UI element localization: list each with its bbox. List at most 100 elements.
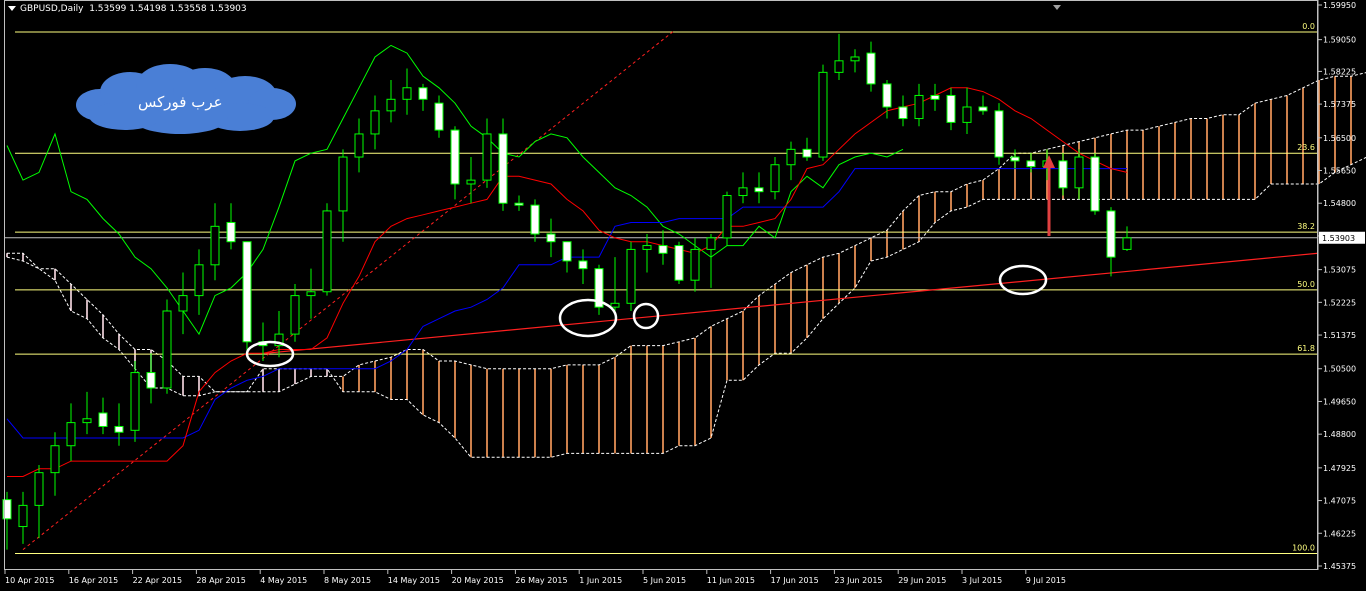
candle-body [898, 106, 908, 120]
candle-body [546, 233, 556, 243]
candle-body [162, 310, 172, 389]
candle [706, 234, 716, 288]
candle [402, 68, 412, 115]
candle [1026, 153, 1036, 173]
time-tick-label: 10 Apr 2015 [5, 576, 54, 585]
candle [722, 191, 732, 246]
price-tick-label: 1.59950 [1323, 1, 1356, 10]
candle-body [642, 245, 652, 250]
candle [866, 41, 876, 92]
candle-body [466, 179, 476, 185]
candle-body [930, 94, 940, 100]
candle-body [850, 56, 860, 62]
fibo-label: 23.6 [1297, 143, 1315, 152]
candle [242, 241, 252, 354]
candle-body [866, 52, 876, 85]
time-tick-label: 22 Apr 2015 [133, 576, 182, 585]
candle-body [690, 248, 700, 281]
candle-body [354, 133, 364, 158]
candle [978, 95, 988, 115]
candle [434, 95, 444, 138]
candle [290, 284, 300, 342]
candle [226, 203, 236, 250]
candle-body [1010, 156, 1020, 162]
candle [514, 195, 524, 211]
price-tick-label: 1.52225 [1323, 298, 1356, 307]
candle [162, 299, 172, 394]
candle-body [834, 60, 844, 73]
candle [642, 234, 652, 273]
candle [578, 249, 588, 285]
price-tick-label: 1.50500 [1323, 365, 1356, 374]
dropdown-triangle-icon[interactable] [8, 6, 16, 11]
time-tick-label: 28 Apr 2015 [196, 576, 245, 585]
time-tick-label: 16 Apr 2015 [69, 576, 118, 585]
candle [210, 203, 220, 281]
candle [98, 397, 108, 435]
time-tick-label: 8 May 2015 [324, 576, 371, 585]
candle [946, 87, 956, 131]
candle [1058, 153, 1068, 196]
candle [194, 249, 204, 315]
candle-body [722, 195, 732, 239]
candle [1074, 149, 1084, 200]
candle-body [178, 295, 188, 312]
candle-body [562, 241, 572, 262]
price-tick-label: 1.45375 [1323, 562, 1356, 571]
candle [562, 241, 572, 273]
candle [994, 103, 1004, 165]
logo-text: عرب فوركس [138, 93, 223, 111]
candle-body [946, 94, 956, 123]
candle-body [2, 499, 12, 520]
candle [34, 464, 44, 539]
candle [738, 172, 748, 204]
candle-body [322, 210, 332, 293]
time-axis: 10 Apr 2015 16 Apr 2015 22 Apr 2015 28 Apr … [4, 570, 1066, 585]
time-tick-label: 20 May 2015 [452, 576, 504, 585]
candle-body [818, 71, 828, 158]
candle-body [1090, 156, 1100, 212]
fibo-label: 50.0 [1297, 280, 1315, 289]
candle [786, 141, 796, 181]
price-tick-label: 1.47925 [1323, 464, 1356, 473]
time-tick-label: 17 Jun 2015 [771, 576, 819, 585]
price-tick-label: 1.58225 [1323, 67, 1356, 76]
candle-body [914, 94, 924, 120]
candle [850, 49, 860, 73]
candle [18, 491, 28, 544]
fibo-label: 38.2 [1297, 222, 1315, 231]
candle [658, 230, 668, 265]
candle [802, 137, 812, 161]
candle [1122, 226, 1132, 251]
price-chart[interactable]: 0.023.638.250.061.8100.01.599501.590501.… [0, 0, 1366, 591]
price-tick-label: 1.46225 [1323, 529, 1356, 538]
candle-body [306, 291, 316, 297]
candle-body [738, 187, 748, 197]
candle [50, 432, 60, 496]
candle [834, 33, 844, 81]
time-tick-label: 23 Jun 2015 [834, 576, 882, 585]
time-tick-label: 1 Jun 2015 [579, 576, 622, 585]
candle-body [1058, 160, 1068, 189]
candle [546, 218, 556, 258]
price-tick-label: 1.51375 [1323, 331, 1356, 340]
candle [898, 95, 908, 127]
time-tick-label: 9 Jul 2015 [1026, 576, 1066, 585]
candle-body [482, 133, 492, 181]
candle-body [18, 504, 28, 528]
candle-body [386, 98, 396, 112]
candle-body [994, 110, 1004, 158]
price-tick-label: 1.56500 [1323, 134, 1356, 143]
candle [306, 268, 316, 319]
candle [450, 126, 460, 200]
candle [1010, 149, 1020, 169]
price-tick-label: 1.59050 [1323, 36, 1356, 45]
candle [770, 157, 780, 200]
candle-body [530, 204, 540, 235]
candle [594, 264, 604, 315]
candle-body [82, 418, 92, 424]
candle-body [706, 237, 716, 250]
candle-body [290, 295, 300, 335]
candle-body [674, 245, 684, 281]
candle [82, 391, 92, 435]
